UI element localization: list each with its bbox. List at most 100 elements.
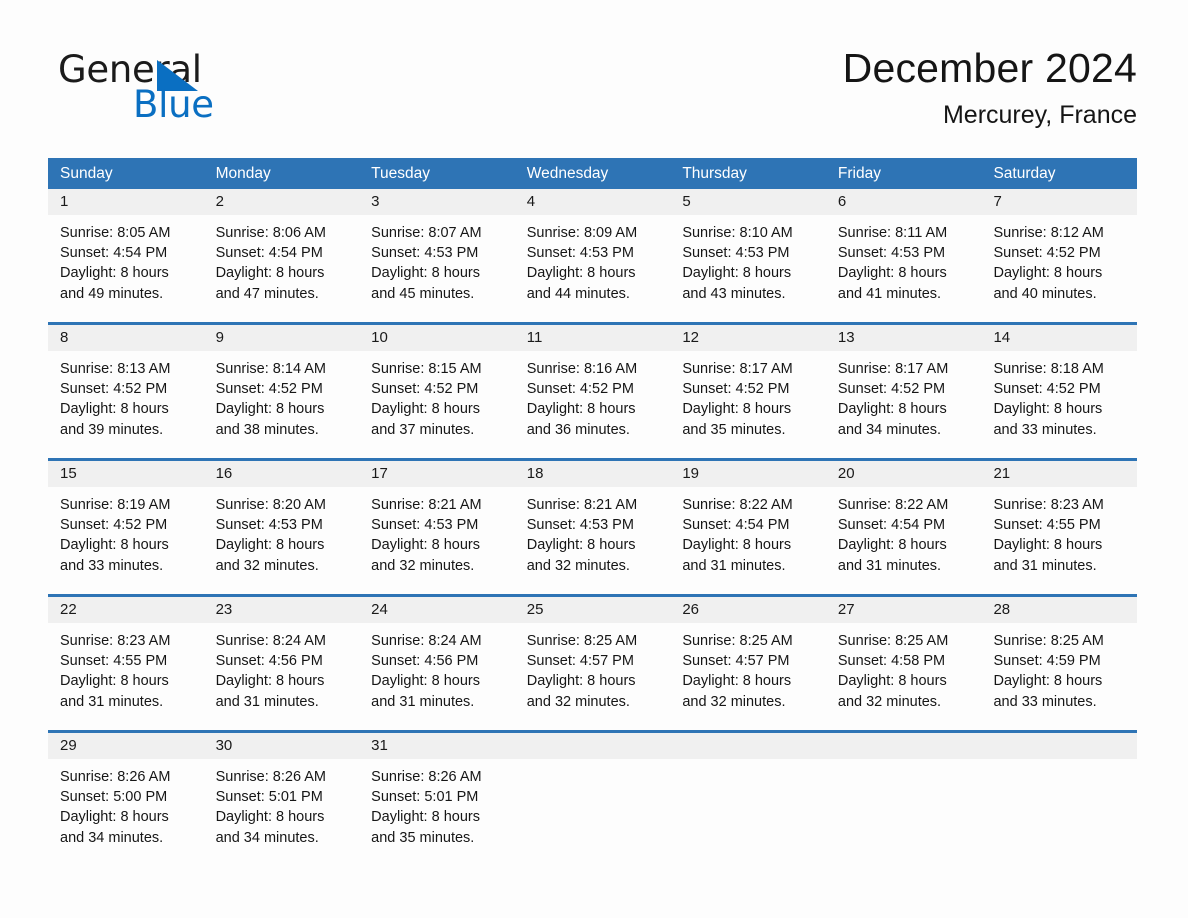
daylight-text-line2: and 36 minutes. (526, 421, 630, 438)
daylight-text-line2: and 31 minutes. (215, 693, 319, 710)
sunrise-text: Sunrise: 8:24 AM (215, 633, 326, 649)
day-cell[interactable]: 19 Sunrise: 8:22 AM Sunset: 4:54 PM Dayligh… (670, 461, 826, 579)
sunrise-text: Sunrise: 8:22 AM (682, 497, 793, 513)
day-info: Sunrise: 8:17 AM Sunset: 4:52 PM Daylight:… (670, 351, 826, 443)
daylight-text-line1: Daylight: 8 hours (837, 265, 947, 282)
sunrise-text: Sunrise: 8:26 AM (371, 769, 482, 785)
week-cells: 8 Sunrise: 8:13 AM Sunset: 4:52 PM Daylight… (48, 325, 1138, 443)
day-info: Sunrise: 8:25 AM Sunset: 4:58 PM Daylight:… (826, 623, 982, 715)
day-info: Sunrise: 8:26 AM Sunset: 5:00 PM Daylight:… (48, 759, 204, 851)
weekday-header-monday: Monday (215, 165, 271, 182)
day-cell[interactable]: 11 Sunrise: 8:16 AM Sunset: 4:52 PM Dayligh… (514, 325, 671, 443)
sunset-text: Sunset: 5:00 PM (60, 789, 168, 806)
sunrise-text: Sunrise: 8:20 AM (215, 497, 326, 513)
day-number: 31 (359, 733, 515, 759)
sunrise-text: Sunrise: 8:05 AM (60, 225, 171, 241)
week-cells: 15 Sunrise: 8:19 AM Sunset: 4:52 PM Dayligh… (48, 461, 1138, 579)
sunrise-text: Sunrise: 8:15 AM (371, 361, 482, 377)
day-number: 17 (359, 461, 515, 487)
daylight-text-line2: and 31 minutes. (682, 557, 786, 574)
sunrise-text: Sunrise: 8:21 AM (526, 497, 638, 513)
day-cell[interactable]: 26 Sunrise: 8:25 AM Sunset: 4:57 PM Dayligh… (670, 597, 826, 715)
day-cell[interactable]: 8 Sunrise: 8:13 AM Sunset: 4:52 PM Daylight… (48, 325, 204, 443)
day-info: Sunrise: 8:18 AM Sunset: 4:52 PM Daylight:… (981, 351, 1137, 443)
daylight-text-line1: Daylight: 8 hours (682, 537, 792, 554)
title-block: December 2024 Mercurey, France (843, 42, 1137, 132)
daylight-text-line1: Daylight: 8 hours (371, 401, 480, 418)
daylight-text-line2: and 47 minutes. (215, 285, 319, 302)
day-cell[interactable]: 23 Sunrise: 8:24 AM Sunset: 4:56 PM Dayligh… (203, 597, 360, 715)
day-info: Sunrise: 8:23 AM Sunset: 4:55 PM Daylight:… (981, 487, 1137, 579)
day-info: Sunrise: 8:21 AM Sunset: 4:53 PM Daylight:… (359, 487, 515, 579)
day-cell[interactable]: 16 Sunrise: 8:20 AM Sunset: 4:53 PM Dayligh… (203, 461, 360, 579)
day-number: 23 (203, 597, 360, 623)
day-cell[interactable]: 3 Sunrise: 8:07 AM Sunset: 4:53 PM Daylight… (359, 189, 515, 307)
sunset-text: Sunset: 4:54 PM (215, 245, 323, 262)
day-number: 7 (981, 189, 1138, 215)
brand-name-blue: Blue (133, 83, 214, 126)
day-cell[interactable]: 20 Sunrise: 8:22 AM Sunset: 4:54 PM Dayligh… (825, 461, 982, 579)
weekday-header-wednesday: Wednesday (526, 165, 609, 182)
day-cell-empty (514, 733, 671, 851)
daylight-text-line2: and 31 minutes. (60, 693, 164, 710)
day-number: 25 (514, 597, 671, 623)
day-cell[interactable]: 17 Sunrise: 8:21 AM Sunset: 4:53 PM Dayligh… (359, 461, 515, 579)
daylight-text-line2: and 39 minutes. (60, 421, 164, 438)
day-cell[interactable]: 30 Sunrise: 8:26 AM Sunset: 5:01 PM Dayligh… (203, 733, 360, 851)
day-cell[interactable]: 18 Sunrise: 8:21 AM Sunset: 4:53 PM Dayligh… (514, 461, 671, 579)
daylight-text-line1: Daylight: 8 hours (215, 673, 325, 690)
day-info: Sunrise: 8:22 AM Sunset: 4:54 PM Daylight:… (826, 487, 982, 579)
day-cell[interactable]: 7 Sunrise: 8:12 AM Sunset: 4:52 PM Daylight… (981, 189, 1138, 307)
sunrise-text: Sunrise: 8:09 AM (526, 225, 638, 241)
daylight-text-line1: Daylight: 8 hours (682, 401, 792, 418)
day-cell[interactable]: 22 Sunrise: 8:23 AM Sunset: 4:55 PM Dayligh… (48, 597, 204, 715)
day-number: 8 (48, 325, 204, 351)
day-cell[interactable]: 2 Sunrise: 8:06 AM Sunset: 4:54 PM Daylight… (203, 189, 360, 307)
day-cell[interactable]: 9 Sunrise: 8:14 AM Sunset: 4:52 PM Daylight… (203, 325, 360, 443)
day-number: 5 (670, 189, 826, 215)
sunset-text: Sunset: 4:54 PM (837, 517, 946, 534)
daylight-text-line1: Daylight: 8 hours (526, 673, 636, 690)
day-cell[interactable]: 12 Sunrise: 8:17 AM Sunset: 4:52 PM Dayligh… (670, 325, 826, 443)
daylight-text-line1: Daylight: 8 hours (526, 537, 636, 554)
daylight-text-line2: and 32 minutes. (682, 693, 786, 710)
day-cell[interactable]: 25 Sunrise: 8:25 AM Sunset: 4:57 PM Dayligh… (514, 597, 671, 715)
day-cell[interactable]: 1 Sunrise: 8:05 AM Sunset: 4:54 PM Daylight… (48, 189, 204, 307)
daylight-text-line1: Daylight: 8 hours (837, 537, 947, 554)
day-info: Sunrise: 8:22 AM Sunset: 4:54 PM Daylight:… (670, 487, 826, 579)
day-cell[interactable]: 4 Sunrise: 8:09 AM Sunset: 4:53 PM Daylight… (514, 189, 671, 307)
day-cell[interactable]: 15 Sunrise: 8:19 AM Sunset: 4:52 PM Dayligh… (48, 461, 204, 579)
daylight-text-line1: Daylight: 8 hours (215, 537, 325, 554)
day-info: Sunrise: 8:26 AM Sunset: 5:01 PM Daylight:… (204, 759, 360, 851)
day-cell[interactable]: 24 Sunrise: 8:24 AM Sunset: 4:56 PM Dayligh… (359, 597, 515, 715)
brand-logo[interactable]: General Blue (58, 50, 318, 136)
day-info: Sunrise: 8:12 AM Sunset: 4:52 PM Daylight:… (981, 215, 1137, 307)
day-info: Sunrise: 8:07 AM Sunset: 4:53 PM Daylight:… (359, 215, 515, 307)
day-cell[interactable]: 14 Sunrise: 8:18 AM Sunset: 4:52 PM Dayligh… (981, 325, 1138, 443)
sunrise-text: Sunrise: 8:14 AM (215, 361, 326, 377)
sunset-text: Sunset: 4:53 PM (526, 517, 634, 534)
day-info: Sunrise: 8:17 AM Sunset: 4:52 PM Daylight:… (826, 351, 982, 443)
week-cells: 22 Sunrise: 8:23 AM Sunset: 4:55 PM Dayligh… (48, 597, 1138, 715)
calendar-week-row: 22 Sunrise: 8:23 AM Sunset: 4:55 PM Dayligh… (48, 594, 1138, 715)
page-header: General Blue December 2024 Mercurey, Fra… (48, 42, 1137, 142)
day-cell[interactable]: 27 Sunrise: 8:25 AM Sunset: 4:58 PM Dayligh… (825, 597, 982, 715)
daylight-text-line1: Daylight: 8 hours (60, 673, 169, 690)
calendar-page: General Blue December 2024 Mercurey, Fra… (0, 0, 1188, 918)
day-cell[interactable]: 10 Sunrise: 8:15 AM Sunset: 4:52 PM Dayligh… (359, 325, 515, 443)
day-cell[interactable]: 13 Sunrise: 8:17 AM Sunset: 4:52 PM Dayligh… (825, 325, 982, 443)
day-info: Sunrise: 8:15 AM Sunset: 4:52 PM Daylight:… (359, 351, 515, 443)
day-number: 26 (670, 597, 826, 623)
day-cell[interactable]: 29 Sunrise: 8:26 AM Sunset: 5:00 PM Dayligh… (48, 733, 204, 851)
day-cell[interactable]: 6 Sunrise: 8:11 AM Sunset: 4:53 PM Daylight… (825, 189, 982, 307)
daylight-text-line2: and 33 minutes. (993, 421, 1097, 438)
sunset-text: Sunset: 4:55 PM (60, 653, 168, 670)
day-cell[interactable]: 21 Sunrise: 8:23 AM Sunset: 4:55 PM Dayligh… (981, 461, 1138, 579)
day-cell[interactable]: 5 Sunrise: 8:10 AM Sunset: 4:53 PM Daylight… (670, 189, 826, 307)
daylight-text-line2: and 34 minutes. (837, 421, 942, 438)
day-number: 16 (203, 461, 360, 487)
day-number: 18 (514, 461, 671, 487)
sunset-text: Sunset: 4:53 PM (837, 245, 946, 262)
day-cell[interactable]: 31 Sunrise: 8:26 AM Sunset: 5:01 PM Dayligh… (359, 733, 515, 851)
day-cell[interactable]: 28 Sunrise: 8:25 AM Sunset: 4:59 PM Dayligh… (981, 597, 1138, 715)
